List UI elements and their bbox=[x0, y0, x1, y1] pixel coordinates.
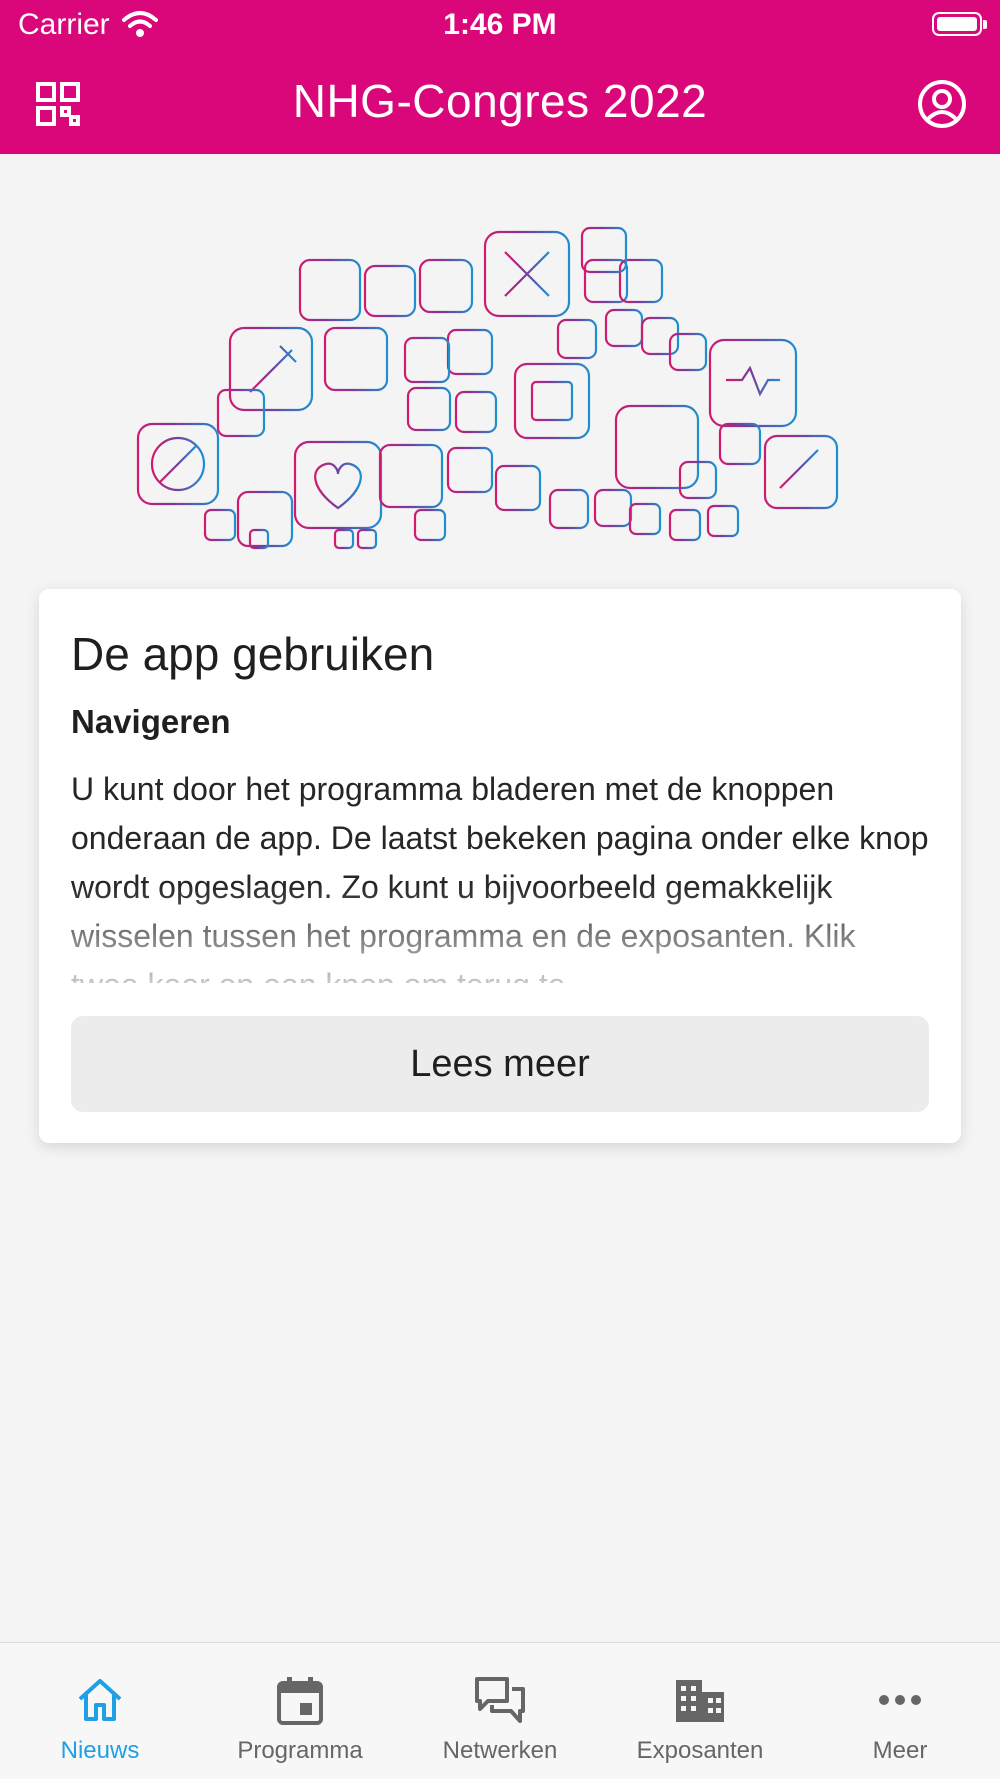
tab-bar: Nieuws Programma Netwerken Exposanten Me… bbox=[0, 1642, 1000, 1779]
card-subtitle: Navigeren bbox=[71, 703, 231, 740]
tab-label: Nieuws bbox=[60, 1737, 140, 1764]
tab-label: Netwerken bbox=[442, 1737, 558, 1764]
status-time: 1:46 PM bbox=[443, 8, 557, 41]
read-more-button[interactable]: Lees meer bbox=[71, 1016, 929, 1112]
tab-programma[interactable]: Programma bbox=[200, 1643, 400, 1779]
more-dots-icon bbox=[800, 1673, 1000, 1727]
tab-label: Meer bbox=[872, 1737, 928, 1764]
medical-icons-illustration bbox=[130, 210, 850, 550]
card-body-text: U kunt door het programma bladeren met d… bbox=[71, 771, 929, 983]
page-title: NHG-Congres 2022 bbox=[292, 75, 708, 127]
tab-nieuws[interactable]: Nieuws bbox=[0, 1643, 200, 1779]
battery-icon bbox=[932, 12, 987, 36]
tab-exposanten[interactable]: Exposanten bbox=[600, 1643, 800, 1779]
tab-label: Programma bbox=[237, 1737, 363, 1764]
building-icon bbox=[600, 1673, 800, 1727]
home-icon bbox=[0, 1673, 200, 1727]
tab-netwerken[interactable]: Netwerken bbox=[400, 1643, 600, 1779]
tab-label: Exposanten bbox=[636, 1737, 764, 1764]
info-card: De app gebruiken Navigeren U kunt door h… bbox=[39, 589, 961, 1143]
app-header: Carrier 1:46 PM NHG-Congres 2022 bbox=[0, 0, 1000, 154]
card-title: De app gebruiken bbox=[71, 628, 435, 680]
calendar-icon bbox=[200, 1673, 400, 1727]
chat-bubbles-icon bbox=[400, 1673, 600, 1727]
tab-meer[interactable]: Meer bbox=[800, 1643, 1000, 1779]
status-bar: Carrier 1:46 PM bbox=[0, 0, 1000, 50]
user-circle-icon[interactable] bbox=[914, 76, 970, 132]
